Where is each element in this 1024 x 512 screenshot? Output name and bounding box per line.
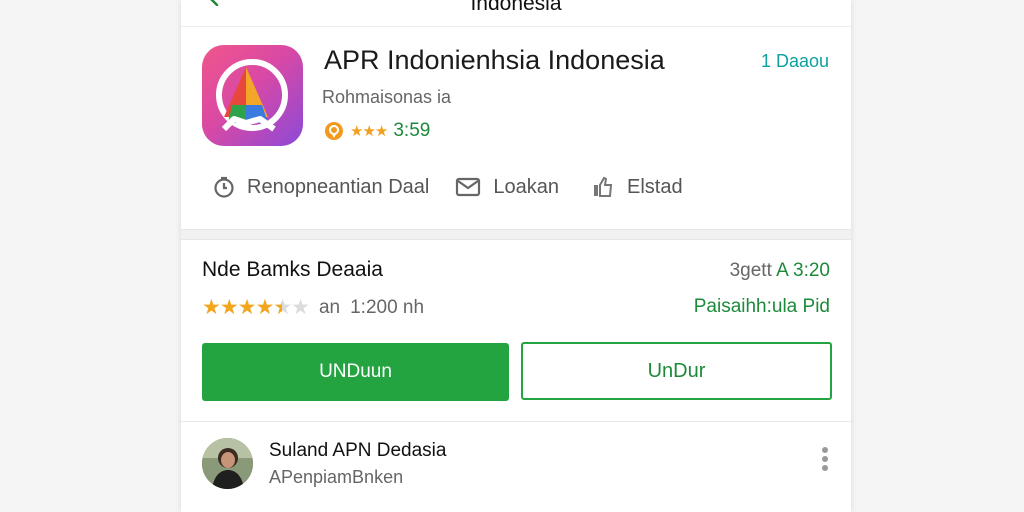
app-logo-icon: [216, 59, 288, 132]
app-detail-screen: Indonesia APR Indonienhsia Indonesia 1 D…: [181, 0, 851, 512]
download-rating-row: ★★★★★★ an 1:200 nh: [202, 295, 424, 320]
badge-icon: [325, 122, 343, 140]
app-rating-row: ★★★ 3:59: [324, 119, 430, 143]
app-rating-value: 3:59: [393, 120, 431, 141]
rating-text: an: [318, 296, 341, 318]
mini-stars: ★★★: [350, 123, 388, 140]
page-title: Indonesia: [470, 0, 562, 15]
publisher-name: Suland APN Dedasia: [269, 440, 447, 461]
download-count: 1:200 nh: [350, 296, 425, 318]
avatar[interactable]: [202, 438, 253, 489]
star-empty: ★: [291, 296, 310, 319]
download-meta: 3gett A 3:20: [730, 260, 830, 282]
app-side-link[interactable]: 1 Daaou: [761, 51, 829, 72]
star-half: ★: [273, 296, 292, 319]
mail-icon: [456, 177, 481, 197]
action-like-label: Elstad: [627, 175, 683, 198]
action-mail-label: Loakan: [493, 175, 559, 198]
stars-filled: ★★★★: [202, 296, 274, 319]
more-vertical-icon[interactable]: [821, 446, 829, 472]
clock-icon: [214, 176, 234, 198]
download-side-link[interactable]: Paisaihh:ula Pid: [694, 296, 830, 318]
publisher-row[interactable]: Suland APN Dedasia APenpiamBnken: [181, 422, 851, 512]
download-primary-button[interactable]: UNDuun: [202, 343, 509, 401]
star-rating: ★★★★★★: [202, 295, 310, 320]
download-title: Nde Bamks Deaaia: [202, 258, 383, 281]
action-row: Renopneantian Daal Loakan Elstad: [213, 173, 683, 201]
publisher-subtitle: APenpiamBnken: [269, 467, 404, 487]
action-mail[interactable]: Loakan: [455, 176, 559, 199]
top-bar: Indonesia: [181, 0, 851, 27]
thumbs-up-icon: [594, 176, 613, 197]
app-title: APR Indonienhsia Indonesia: [324, 45, 665, 75]
action-clock-label: Renopneantian Daal: [247, 175, 430, 198]
app-icon[interactable]: [202, 45, 303, 146]
download-meta-label: 3gett: [729, 260, 772, 281]
app-header-card: APR Indonienhsia Indonesia 1 Daaou Rohma…: [181, 27, 851, 229]
download-section: Nde Bamks Deaaia 3gett A 3:20 ★★★★★★ an …: [181, 239, 851, 422]
download-secondary-button[interactable]: UnDur: [521, 342, 832, 400]
action-clock[interactable]: Renopneantian Daal: [213, 176, 429, 199]
person-photo: [202, 438, 253, 489]
action-like[interactable]: Elstad: [591, 175, 683, 199]
download-meta-value: A 3:20: [776, 260, 830, 281]
app-developer[interactable]: Rohmaisonas ia: [322, 87, 451, 108]
